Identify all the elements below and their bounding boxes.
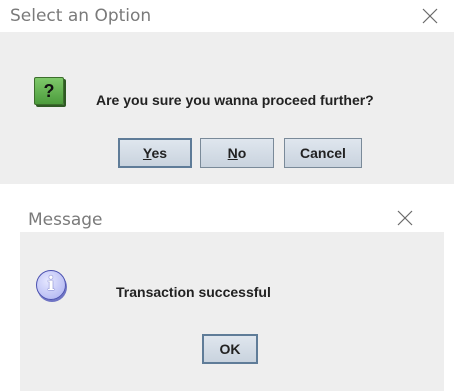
yes-button[interactable]: Yes xyxy=(118,138,192,168)
message-dialog-close-button[interactable] xyxy=(395,208,415,228)
message-dialog-titlebar[interactable]: Message xyxy=(20,196,444,232)
no-button-label-rest: o xyxy=(237,145,247,161)
confirm-dialog-titlebar[interactable]: Select an Option xyxy=(0,0,454,32)
screen: Select an Option ? Are you sure you wann… xyxy=(0,0,454,391)
close-icon xyxy=(397,210,413,226)
info-icon: i xyxy=(36,270,66,300)
confirm-dialog-message: Are you sure you wanna proceed further? xyxy=(96,92,374,108)
yes-button-mnemonic: Y xyxy=(142,145,152,161)
confirm-dialog-close-button[interactable] xyxy=(420,6,440,26)
confirm-dialog-title: Select an Option xyxy=(10,6,152,26)
confirm-dialog: Select an Option ? Are you sure you wann… xyxy=(0,0,454,184)
message-dialog-title: Message xyxy=(28,210,103,230)
no-button-mnemonic: N xyxy=(227,145,238,161)
message-dialog-message: Transaction successful xyxy=(116,284,271,300)
no-button[interactable]: No xyxy=(200,138,274,168)
close-icon xyxy=(422,8,438,24)
cancel-button[interactable]: Cancel xyxy=(284,138,362,168)
question-icon: ? xyxy=(34,77,64,105)
ok-button[interactable]: OK xyxy=(202,334,258,364)
message-dialog: Message i Transaction successful OK xyxy=(20,196,444,391)
yes-button-label-rest: es xyxy=(151,145,168,161)
